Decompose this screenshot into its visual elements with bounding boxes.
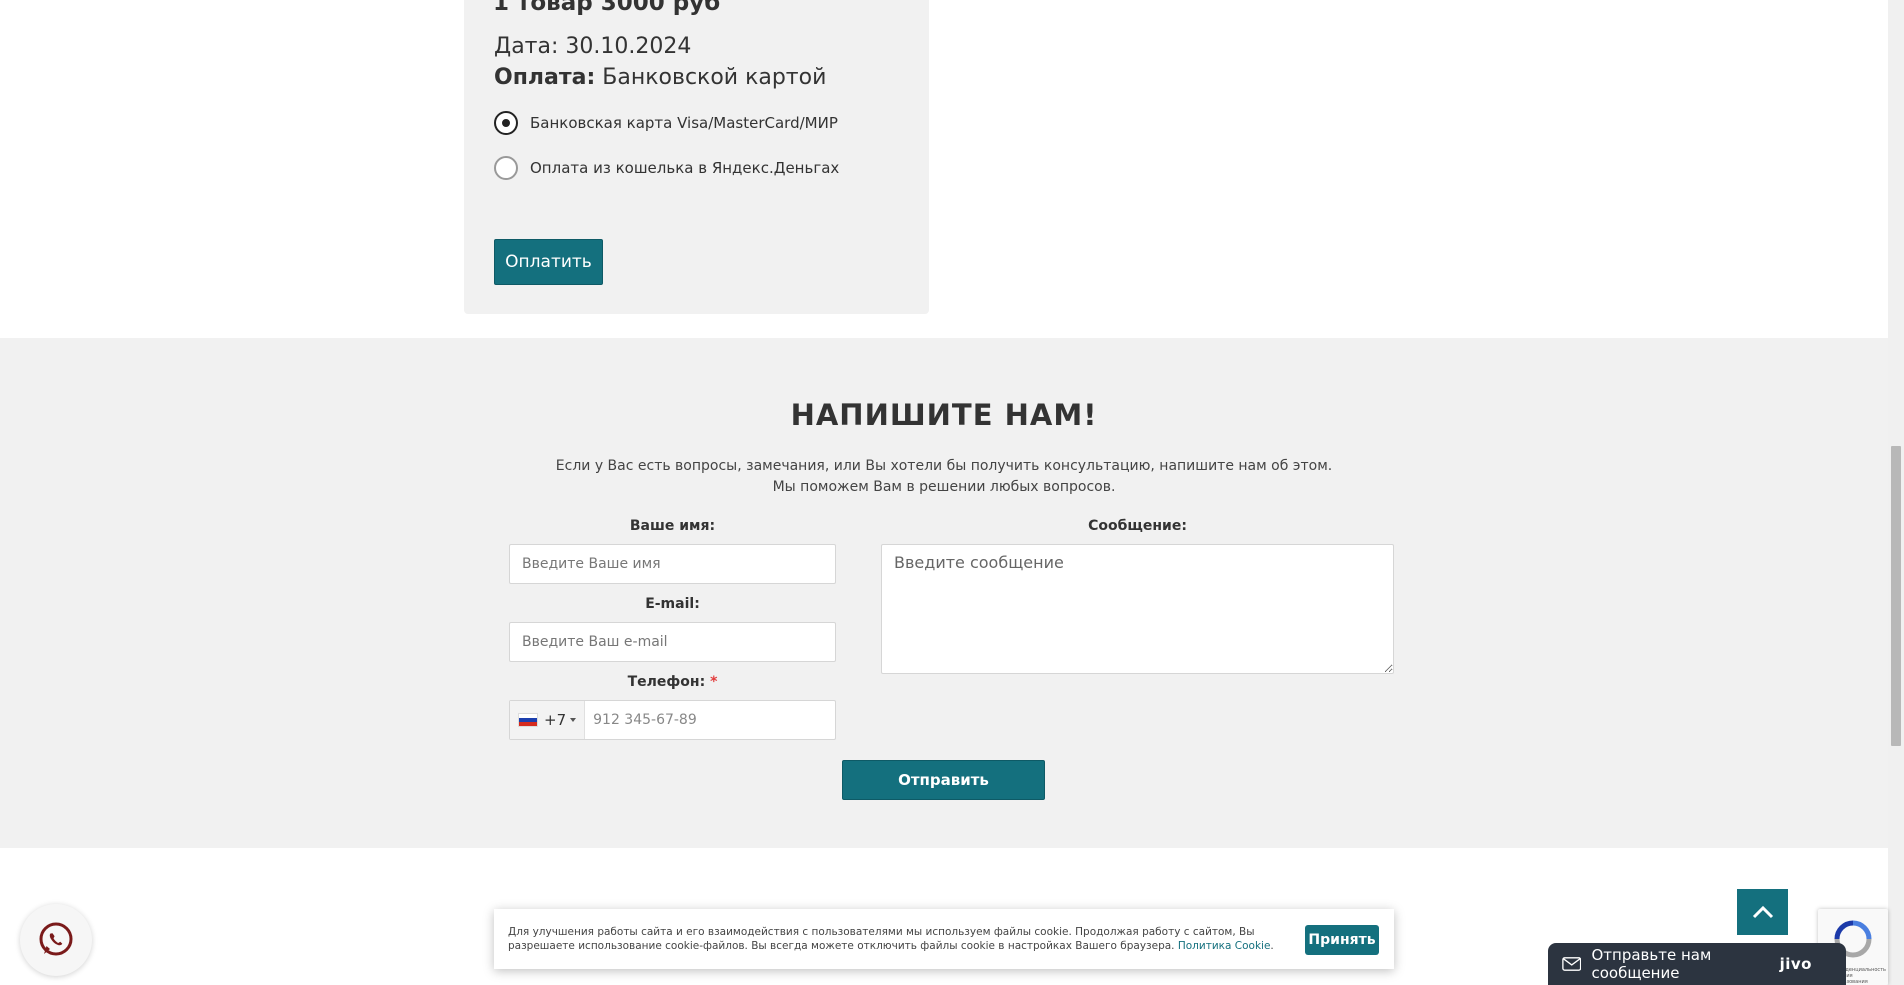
- chevron-up-icon: [1752, 905, 1773, 919]
- phone-field: +7: [509, 700, 836, 740]
- phone-label: Телефон: *: [509, 674, 836, 690]
- message-textarea[interactable]: [881, 544, 1394, 674]
- jivo-logo: jivo: [1779, 955, 1812, 973]
- order-summary-card: 1 товар 3000 руб Дата: 30.10.2024 Оплата…: [464, 0, 929, 314]
- cookie-accept-button[interactable]: Принять: [1305, 925, 1379, 955]
- chat-label: Отправьте нам сообщение: [1591, 946, 1712, 982]
- contact-section: НАПИШИТЕ НАМ! Если у Вас есть вопросы, з…: [0, 338, 1888, 848]
- mail-icon: [1562, 957, 1582, 971]
- scrollbar-thumb[interactable]: [1891, 446, 1901, 746]
- country-code-select[interactable]: +7: [510, 701, 586, 739]
- phone-input[interactable]: [585, 701, 835, 739]
- order-date: Дата: 30.10.2024: [494, 34, 692, 59]
- order-total: 1 товар 3000 руб: [493, 0, 721, 16]
- radio-unchecked-icon[interactable]: [494, 156, 518, 180]
- contact-description-line: Мы поможем Вам в решении любых вопросов.: [772, 479, 1116, 495]
- required-marker: *: [710, 674, 718, 690]
- payment-method-yandex[interactable]: Оплата из кошелька в Яндекс.Деньгах: [494, 156, 839, 180]
- scroll-to-top-button[interactable]: [1737, 889, 1788, 935]
- page-scrollbar[interactable]: [1888, 0, 1904, 985]
- chat-widget[interactable]: Отправьте нам сообщение jivo: [1548, 943, 1846, 985]
- send-button[interactable]: Отправить: [842, 760, 1045, 800]
- cookie-policy-link[interactable]: Политика Cookie: [1178, 940, 1271, 952]
- page: 1 товар 3000 руб Дата: 30.10.2024 Оплата…: [0, 0, 1904, 985]
- contact-description: Если у Вас есть вопросы, замечания, или …: [0, 456, 1888, 498]
- contact-title: НАПИШИТЕ НАМ!: [790, 398, 1098, 432]
- message-label: Сообщение:: [1088, 518, 1187, 534]
- pay-button[interactable]: Оплатить: [494, 239, 603, 285]
- contact-description-line: Если у Вас есть вопросы, замечания, или …: [555, 458, 1333, 474]
- email-input[interactable]: [509, 622, 836, 662]
- whatsapp-button[interactable]: [20, 904, 92, 976]
- phone-label-text: Телефон:: [627, 674, 706, 690]
- whatsapp-icon: [39, 922, 73, 956]
- order-payment: Оплата: Банковской картой: [494, 65, 826, 90]
- dial-code: +7: [544, 711, 567, 729]
- payment-method-card[interactable]: Банковская карта Visa/MasterCard/МИР: [494, 111, 838, 135]
- payment-label: Оплата:: [494, 65, 596, 90]
- payment-method-label: Банковская карта Visa/MasterCard/МИР: [530, 114, 838, 132]
- name-input[interactable]: [509, 544, 836, 584]
- cookie-text: Для улучшения работы сайта и его взаимод…: [508, 926, 1255, 952]
- russia-flag-icon: [518, 713, 538, 727]
- cookie-banner: Для улучшения работы сайта и его взаимод…: [494, 909, 1394, 969]
- payment-value: Банковской картой: [602, 65, 827, 90]
- payment-method-label: Оплата из кошелька в Яндекс.Деньгах: [530, 159, 840, 177]
- radio-checked-icon[interactable]: [494, 111, 518, 135]
- caret-down-icon: [570, 718, 577, 722]
- email-label: E-mail:: [645, 596, 700, 612]
- cookie-notice: Для улучшения работы сайта и его взаимод…: [508, 926, 1274, 952]
- name-label: Ваше имя:: [629, 518, 716, 534]
